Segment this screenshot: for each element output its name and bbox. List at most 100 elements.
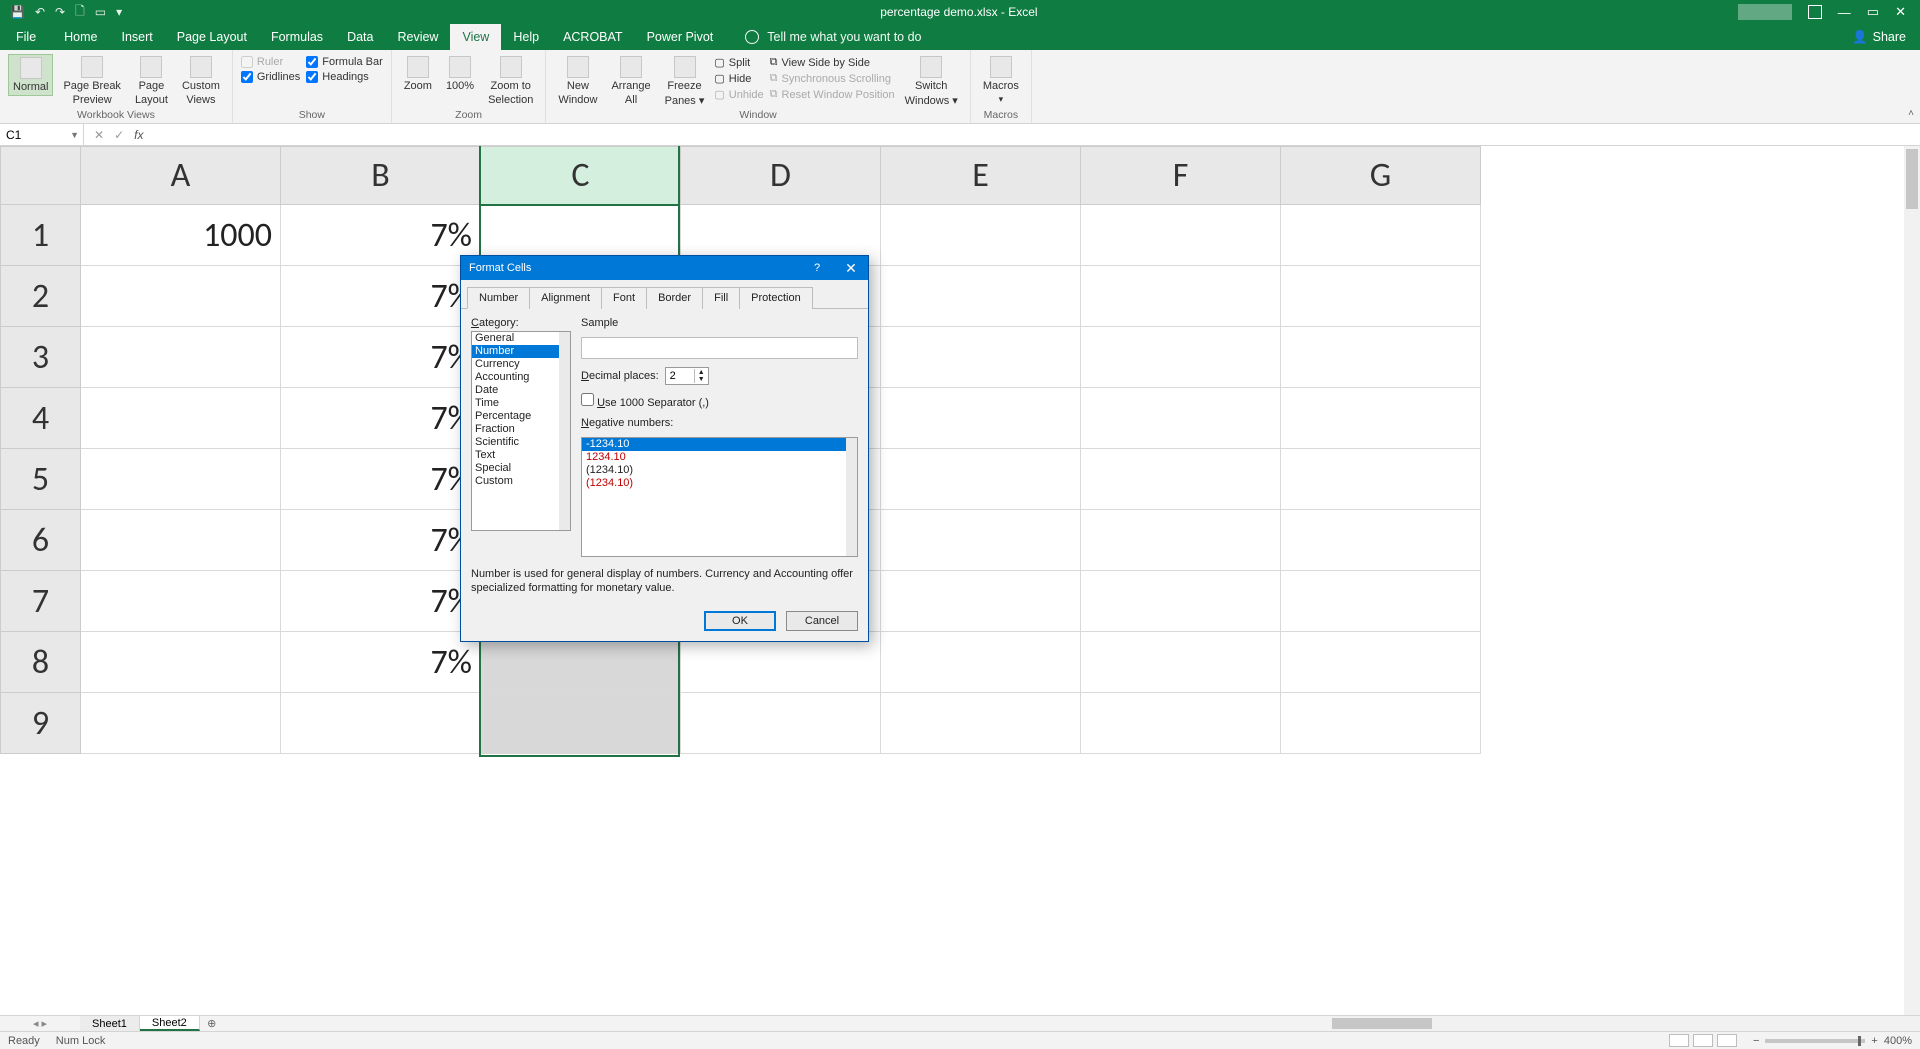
arrange-all-button[interactable]: ArrangeAll <box>607 54 654 108</box>
cell-E9[interactable] <box>881 693 1081 754</box>
grid[interactable]: A B C D E F G 1 1000 7% 2 7% 3 7% 4 7% 5… <box>0 146 1904 1015</box>
spinner-arrows[interactable]: ▲▼ <box>694 369 708 383</box>
cell-E6[interactable] <box>881 510 1081 571</box>
category-fraction[interactable]: Fraction <box>472 423 570 436</box>
col-header-B[interactable]: B <box>281 147 481 205</box>
fx-icon[interactable]: fx <box>134 128 143 142</box>
negative-option-2[interactable]: (1234.10) <box>582 464 857 477</box>
cell-G9[interactable] <box>1281 693 1481 754</box>
dialog-help-button[interactable]: ? <box>800 256 834 280</box>
decimal-places-input[interactable] <box>666 370 694 382</box>
dialog-tab-number[interactable]: Number <box>467 287 530 309</box>
category-text[interactable]: Text <box>472 449 570 462</box>
save-icon[interactable]: 💾 <box>10 5 25 19</box>
formula-input[interactable] <box>153 124 1920 145</box>
tell-me[interactable]: Tell me what you want to do <box>725 24 921 50</box>
undo-icon[interactable]: ↶ <box>35 5 45 19</box>
category-special[interactable]: Special <box>472 462 570 475</box>
sheet-tab-sheet2[interactable]: Sheet2 <box>140 1016 200 1031</box>
tab-acrobat[interactable]: ACROBAT <box>551 24 635 50</box>
cell-B9[interactable] <box>281 693 481 754</box>
decimal-places-spinner[interactable]: ▲▼ <box>665 367 709 385</box>
cell-G2[interactable] <box>1281 266 1481 327</box>
name-box[interactable]: C1 ▼ <box>0 124 84 145</box>
account-badge[interactable] <box>1738 4 1792 20</box>
tab-insert[interactable]: Insert <box>110 24 165 50</box>
cell-E3[interactable] <box>881 327 1081 388</box>
vertical-scrollbar-thumb[interactable] <box>1906 149 1918 209</box>
cell-F7[interactable] <box>1081 571 1281 632</box>
new-window-button[interactable]: NewWindow <box>554 54 601 108</box>
confirm-entry-icon[interactable]: ✓ <box>114 128 124 142</box>
cell-A1[interactable]: 1000 <box>81 205 281 266</box>
dialog-tab-font[interactable]: Font <box>601 287 647 309</box>
cell-E7[interactable] <box>881 571 1081 632</box>
dialog-tab-fill[interactable]: Fill <box>702 287 740 309</box>
cell-F6[interactable] <box>1081 510 1281 571</box>
category-currency[interactable]: Currency <box>472 358 570 371</box>
cell-E1[interactable] <box>881 205 1081 266</box>
split-button[interactable]: ▢ Split <box>714 56 763 69</box>
negative-option-0[interactable]: -1234.10 <box>582 438 857 451</box>
cancel-entry-icon[interactable]: ✕ <box>94 128 104 142</box>
switch-windows-button[interactable]: SwitchWindows ▾ <box>901 54 962 109</box>
cell-F4[interactable] <box>1081 388 1281 449</box>
minimize-icon[interactable]: — <box>1838 5 1851 20</box>
cell-E8[interactable] <box>881 632 1081 693</box>
cell-F2[interactable] <box>1081 266 1281 327</box>
tab-home[interactable]: Home <box>52 24 109 50</box>
cancel-button[interactable]: Cancel <box>786 611 858 631</box>
cell-E4[interactable] <box>881 388 1081 449</box>
category-scientific[interactable]: Scientific <box>472 436 570 449</box>
cell-B5[interactable]: 7% <box>281 449 481 510</box>
cell-F8[interactable] <box>1081 632 1281 693</box>
cell-F3[interactable] <box>1081 327 1281 388</box>
cell-B4[interactable]: 7% <box>281 388 481 449</box>
row-header-6[interactable]: 6 <box>1 510 81 571</box>
row-header-2[interactable]: 2 <box>1 266 81 327</box>
cell-G4[interactable] <box>1281 388 1481 449</box>
category-accounting[interactable]: Accounting <box>472 371 570 384</box>
new-sheet-button[interactable]: ⊕ <box>200 1016 224 1031</box>
gridlines-checkbox[interactable]: Gridlines <box>241 71 300 83</box>
horizontal-scrollbar-thumb[interactable] <box>1332 1018 1432 1029</box>
cell-A8[interactable] <box>81 632 281 693</box>
thousand-separator-checkbox[interactable]: Use 1000 Separator (,) <box>581 393 709 409</box>
cell-F5[interactable] <box>1081 449 1281 510</box>
cell-A6[interactable] <box>81 510 281 571</box>
cell-G3[interactable] <box>1281 327 1481 388</box>
page-layout-button[interactable]: Page Layout <box>131 54 172 108</box>
tab-formulas[interactable]: Formulas <box>259 24 335 50</box>
headings-checkbox[interactable]: Headings <box>306 71 383 83</box>
tab-review[interactable]: Review <box>385 24 450 50</box>
col-header-A[interactable]: A <box>81 147 281 205</box>
category-date[interactable]: Date <box>472 384 570 397</box>
cell-E5[interactable] <box>881 449 1081 510</box>
customize-qat-icon[interactable]: ▾ <box>116 5 122 19</box>
cell-A2[interactable] <box>81 266 281 327</box>
select-all-corner[interactable] <box>1 147 81 205</box>
cell-G6[interactable] <box>1281 510 1481 571</box>
dialog-tab-alignment[interactable]: Alignment <box>529 287 602 309</box>
normal-shortcut-icon[interactable] <box>1669 1034 1689 1047</box>
share-button[interactable]: 👤 Share <box>1838 24 1920 50</box>
row-header-5[interactable]: 5 <box>1 449 81 510</box>
name-box-dropdown-icon[interactable]: ▼ <box>70 130 79 140</box>
maximize-icon[interactable]: ▭ <box>1867 4 1879 20</box>
ruler-checkbox[interactable]: Ruler <box>241 56 300 68</box>
ok-button[interactable]: OK <box>704 611 776 631</box>
spinner-up-icon[interactable]: ▲ <box>695 369 708 376</box>
spinner-down-icon[interactable]: ▼ <box>695 376 708 383</box>
negative-numbers-listbox[interactable]: -1234.10 1234.10 (1234.10) (1234.10) <box>581 437 858 557</box>
negative-option-3[interactable]: (1234.10) <box>582 477 857 490</box>
zoom-button[interactable]: Zoom <box>400 54 436 94</box>
vertical-scrollbar[interactable] <box>1904 146 1920 1015</box>
view-side-by-side-button[interactable]: ⧉ View Side by Side <box>770 56 895 69</box>
redo-icon[interactable]: ↷ <box>55 5 65 19</box>
page-layout-shortcut-icon[interactable] <box>1693 1034 1713 1047</box>
tab-pagelayout[interactable]: Page Layout <box>165 24 259 50</box>
row-header-7[interactable]: 7 <box>1 571 81 632</box>
zoom-slider-thumb[interactable] <box>1858 1036 1861 1046</box>
category-custom[interactable]: Custom <box>472 475 570 488</box>
page-break-preview-button[interactable]: Page Break Preview <box>59 54 124 108</box>
